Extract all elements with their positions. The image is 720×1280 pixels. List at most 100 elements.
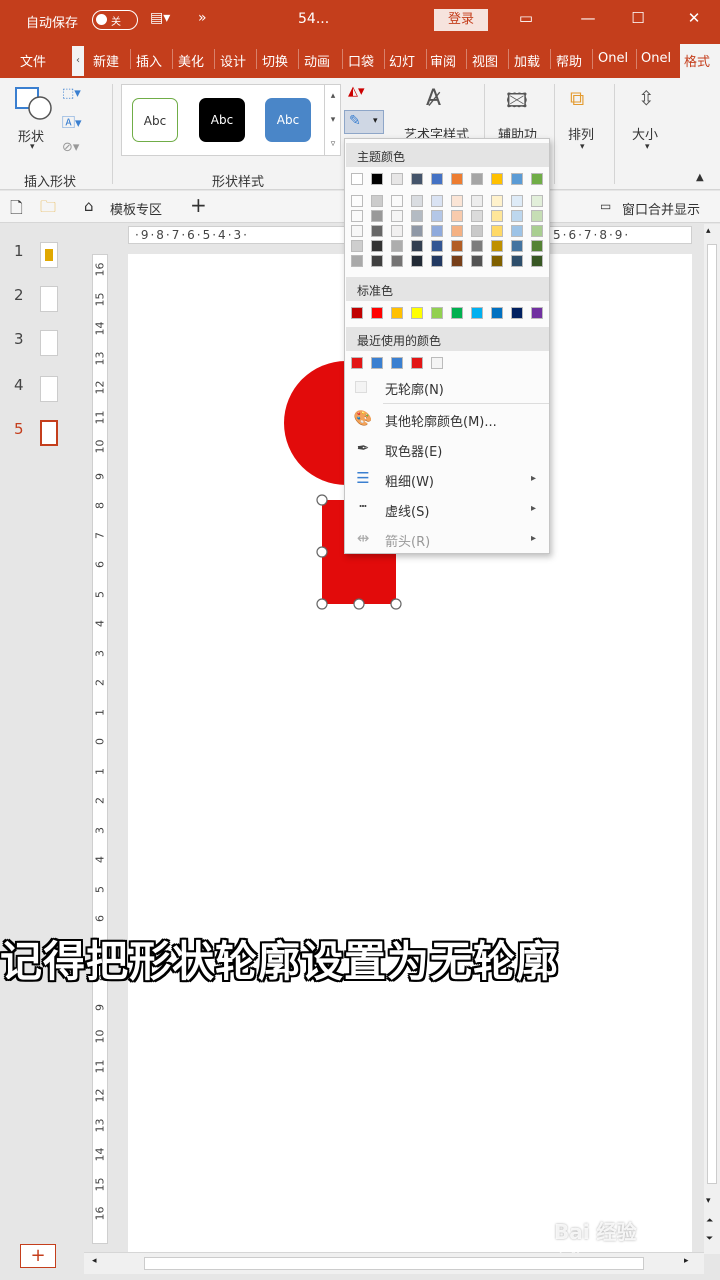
- close-icon[interactable]: ✕: [682, 9, 706, 27]
- new-file-icon[interactable]: 🗋: [10, 197, 23, 224]
- theme-shade-swatch[interactable]: [431, 210, 443, 222]
- theme-shade-swatch[interactable]: [491, 225, 503, 237]
- theme-shade-swatch[interactable]: [371, 210, 383, 222]
- theme-shade-swatch[interactable]: [351, 255, 363, 267]
- chevron-down-icon[interactable]: ▾: [580, 142, 585, 152]
- slide-thumbnail-5[interactable]: [40, 420, 58, 446]
- theme-shade-swatch[interactable]: [371, 225, 383, 237]
- tab-review[interactable]: 审阅: [430, 51, 456, 70]
- scroll-right-icon[interactable]: ▸: [684, 1256, 689, 1266]
- menu-item-arrows[interactable]: 箭头(R): [385, 531, 430, 550]
- theme-shade-swatch[interactable]: [531, 240, 543, 252]
- tab-onenote-2[interactable]: Onel: [641, 51, 671, 66]
- scroll-thumb[interactable]: [707, 244, 717, 1184]
- chevron-down-icon[interactable]: ▾: [30, 142, 35, 152]
- template-zone-tab[interactable]: 模板专区: [110, 199, 162, 218]
- menu-item-weight[interactable]: 粗细(W): [385, 471, 434, 490]
- vertical-scrollbar[interactable]: ▴ ▾ ⏶ ⏷: [704, 224, 720, 1254]
- standard-color-swatch[interactable]: [371, 307, 383, 319]
- theme-shade-swatch[interactable]: [531, 210, 543, 222]
- theme-shade-swatch[interactable]: [391, 225, 403, 237]
- scroll-left-icon[interactable]: ◂: [92, 1256, 97, 1266]
- slide-thumbnail-1[interactable]: [40, 242, 58, 268]
- tab-addins[interactable]: 加载: [514, 51, 540, 70]
- size-label[interactable]: 大小: [632, 124, 658, 143]
- theme-color-swatch[interactable]: [431, 173, 443, 185]
- tab-view[interactable]: 视图: [472, 51, 498, 70]
- new-slide-button[interactable]: +: [20, 1244, 56, 1268]
- theme-shade-swatch[interactable]: [351, 240, 363, 252]
- art-text-icon[interactable]: A̷: [426, 86, 441, 111]
- theme-shade-swatch[interactable]: [391, 210, 403, 222]
- theme-color-swatch[interactable]: [491, 173, 503, 185]
- theme-shade-swatch[interactable]: [451, 195, 463, 207]
- theme-shade-swatch[interactable]: [471, 225, 483, 237]
- next-slide-icon[interactable]: ⏷: [706, 1234, 713, 1244]
- theme-shade-swatch[interactable]: [451, 210, 463, 222]
- quick-access-icon[interactable]: ▤▾: [150, 10, 170, 26]
- arrange-icon[interactable]: ⧉: [570, 86, 584, 110]
- theme-shade-swatch[interactable]: [491, 195, 503, 207]
- tab-slideshow[interactable]: 幻灯: [389, 51, 415, 70]
- standard-color-swatch[interactable]: [351, 307, 363, 319]
- theme-shade-swatch[interactable]: [391, 195, 403, 207]
- login-button[interactable]: 登录: [434, 9, 488, 31]
- collapse-ribbon-icon[interactable]: ▲: [696, 172, 704, 183]
- recent-color-swatch[interactable]: [431, 357, 443, 369]
- style-swatch-outline[interactable]: Abc: [132, 98, 178, 142]
- menu-item-no-outline[interactable]: 无轮廓(N): [385, 379, 444, 398]
- theme-shade-swatch[interactable]: [491, 240, 503, 252]
- arrange-label[interactable]: 排列: [568, 124, 594, 143]
- menu-item-dashes[interactable]: 虚线(S): [385, 501, 429, 520]
- tab-animation[interactable]: 动画: [304, 51, 330, 70]
- image-icon[interactable]: 🖾: [506, 86, 528, 120]
- recent-color-swatch[interactable]: [391, 357, 403, 369]
- tab-help[interactable]: 帮助: [556, 51, 582, 70]
- theme-shade-swatch[interactable]: [531, 195, 543, 207]
- tab-new[interactable]: 新建: [93, 51, 119, 70]
- theme-shade-swatch[interactable]: [411, 195, 423, 207]
- theme-shade-swatch[interactable]: [451, 240, 463, 252]
- chevron-down-icon[interactable]: ▾: [645, 142, 650, 152]
- theme-shade-swatch[interactable]: [471, 195, 483, 207]
- theme-shade-swatch[interactable]: [471, 240, 483, 252]
- menu-item-more-colors[interactable]: 其他轮廓颜色(M)...: [385, 411, 497, 430]
- resize-handle[interactable]: [316, 546, 328, 558]
- theme-shade-swatch[interactable]: [411, 240, 423, 252]
- text-box-icon[interactable]: 🄰▾: [62, 112, 82, 131]
- add-tab-icon[interactable]: +: [190, 193, 207, 217]
- theme-shade-swatch[interactable]: [411, 255, 423, 267]
- gallery-scroll[interactable]: ▴ ▾ ▿: [324, 84, 341, 156]
- tab-beautify[interactable]: 美化: [178, 51, 204, 70]
- theme-shade-swatch[interactable]: [451, 255, 463, 267]
- recent-color-swatch[interactable]: [351, 357, 363, 369]
- recent-color-swatch[interactable]: [371, 357, 383, 369]
- resize-handle[interactable]: [316, 598, 328, 610]
- theme-shade-swatch[interactable]: [351, 195, 363, 207]
- standard-color-swatch[interactable]: [511, 307, 523, 319]
- theme-shade-swatch[interactable]: [511, 210, 523, 222]
- shape-outline-button[interactable]: ✎ ▾: [344, 110, 384, 134]
- theme-shade-swatch[interactable]: [351, 225, 363, 237]
- theme-shade-swatch[interactable]: [371, 195, 383, 207]
- theme-shade-swatch[interactable]: [411, 210, 423, 222]
- theme-color-swatch[interactable]: [411, 173, 423, 185]
- home-icon[interactable]: ⌂: [84, 197, 94, 215]
- style-swatch-dark[interactable]: Abc: [199, 98, 245, 142]
- h-scroll-thumb[interactable]: [144, 1257, 644, 1270]
- theme-shade-swatch[interactable]: [511, 225, 523, 237]
- slide-thumbnail-4[interactable]: [40, 376, 58, 402]
- standard-color-swatch[interactable]: [491, 307, 503, 319]
- ribbon-display-icon[interactable]: ▭: [514, 9, 538, 27]
- resize-handle[interactable]: [390, 598, 402, 610]
- theme-shade-swatch[interactable]: [491, 210, 503, 222]
- theme-color-swatch[interactable]: [351, 173, 363, 185]
- scroll-down-icon[interactable]: ▾: [706, 1196, 711, 1206]
- resize-handle[interactable]: [353, 598, 365, 610]
- tab-transition[interactable]: 切换: [262, 51, 288, 70]
- theme-color-swatch[interactable]: [391, 173, 403, 185]
- shapes-icon[interactable]: [14, 86, 54, 122]
- theme-shade-swatch[interactable]: [391, 255, 403, 267]
- standard-color-swatch[interactable]: [431, 307, 443, 319]
- theme-color-swatch[interactable]: [371, 173, 383, 185]
